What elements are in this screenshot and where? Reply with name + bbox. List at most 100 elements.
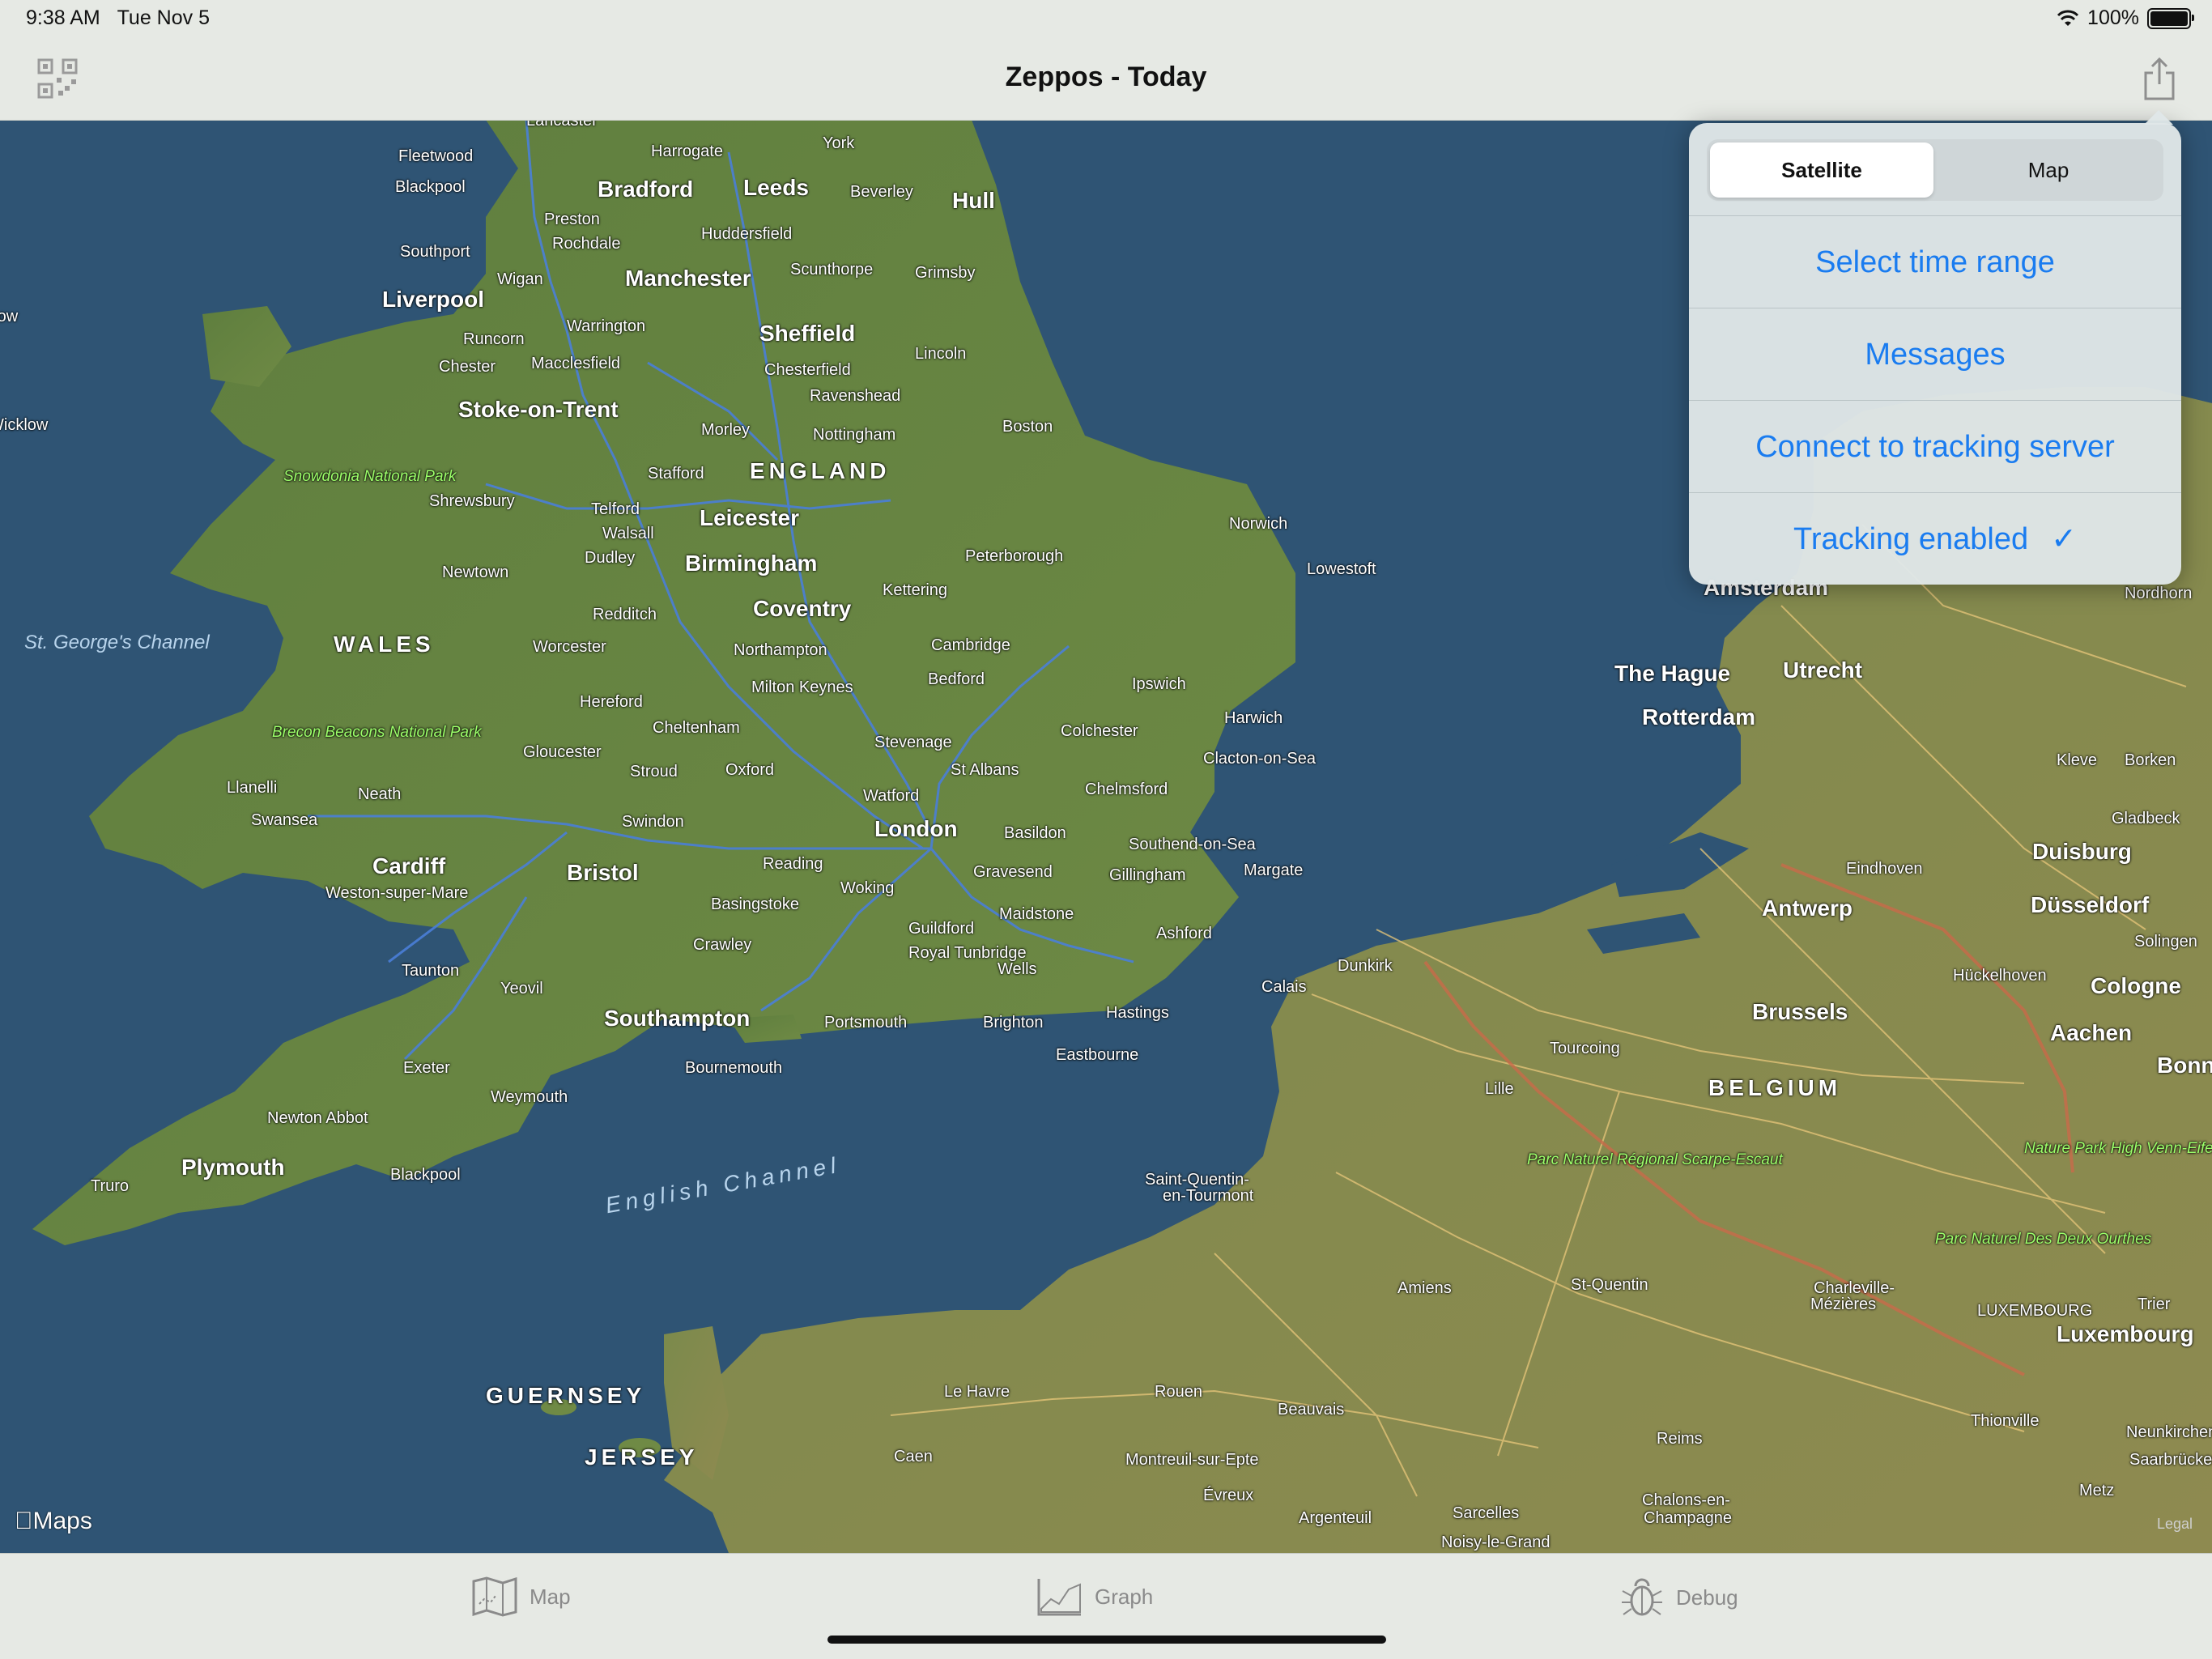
map-label-city: Warrington (567, 317, 646, 335)
segment-map[interactable]: Map (1937, 143, 2160, 198)
map-label-city: Eindhoven (1846, 860, 1923, 878)
map-label-city: Norwich (1229, 515, 1288, 533)
map-label-city: Bonn (2157, 1053, 2212, 1078)
map-label-city: The Hague (1614, 661, 1731, 686)
select-time-range-button[interactable]: Select time range (1689, 215, 2181, 308)
map-label-city: Woking (840, 879, 895, 897)
map-label-city: Watford (863, 787, 920, 805)
map-label-city: Portsmouth (824, 1014, 908, 1032)
map-label-city: Huddersfield (701, 225, 793, 243)
map-label-city: Rochdale (552, 235, 621, 253)
home-indicator[interactable] (827, 1636, 1386, 1644)
page-title: Zeppos - Today (1005, 62, 1207, 92)
map-label-sea: St. George's Channel (24, 632, 210, 653)
map-label-city: Eastbourne (1056, 1046, 1139, 1064)
map-label-city: St Albans (951, 761, 1019, 779)
map-label-city: Stoke-on-Trent (458, 397, 619, 422)
map-label-city: Manchester (625, 266, 751, 291)
map-icon (472, 1576, 517, 1617)
tracking-enabled-label: Tracking enabled (1793, 522, 2029, 556)
map-label-city: Cambridge (931, 636, 1010, 654)
legal-link[interactable]: Legal (2157, 1516, 2193, 1533)
map-label-city: Truro (91, 1177, 130, 1195)
tab-graph[interactable]: Graph (1036, 1576, 1153, 1617)
popover-arrow (2144, 110, 2173, 125)
map-label-city: Argenteuil (1299, 1509, 1372, 1527)
map-label-park: Snowdonia National Park (283, 468, 457, 485)
map-label-city: Maidstone (999, 905, 1074, 923)
map-label-city: Margate (1244, 861, 1304, 879)
wifi-icon (2057, 10, 2079, 26)
map-label-city: Ravenshead (810, 387, 901, 405)
map-label-city: Sheffield (759, 321, 856, 346)
map-label-city: Redditch (593, 606, 657, 623)
share-icon[interactable] (2141, 57, 2178, 102)
tab-debug[interactable]: Debug (1619, 1576, 1738, 1619)
map-label-country: GUERNSEY (486, 1383, 646, 1408)
connect-tracking-server-button[interactable]: Connect to tracking server (1689, 400, 2181, 493)
map-label-country: JERSEY (585, 1444, 699, 1470)
messages-button[interactable]: Messages (1689, 308, 2181, 401)
map-label-city: Ipswich (1132, 675, 1186, 693)
segment-satellite[interactable]: Satellite (1710, 143, 1933, 198)
map-label-city: Sarcelles (1453, 1504, 1520, 1522)
map-label-city: Basildon (1004, 824, 1066, 842)
map-label-city: Rotterdam (1642, 704, 1756, 730)
battery-percent: 100% (2087, 6, 2139, 29)
map-label-city: Fleetwood (398, 147, 474, 165)
map-label-city: Bristol (567, 860, 639, 885)
map-label-city: Blackpool (395, 178, 466, 196)
map-label-city: Northampton (734, 641, 827, 659)
map-label-country: ENGLAND (750, 458, 891, 483)
map-label-city: Weymouth (491, 1088, 568, 1106)
map-label-city: Saarbrücken (2129, 1451, 2212, 1469)
map-label-city: Plymouth (181, 1155, 285, 1180)
map-label-city: Lincoln (915, 345, 967, 363)
tab-map[interactable]: Map (471, 1576, 571, 1617)
map-label-city: Gloucester (523, 743, 602, 761)
map-label-city: Oxford (725, 761, 775, 779)
map-label-city: Ashford (1156, 925, 1212, 942)
map-label-city: Newton Abbot (267, 1109, 368, 1127)
maps-attribution: Maps (15, 1508, 92, 1535)
map-label-city: Gillingham (1109, 866, 1186, 884)
map-label-city: Bedford (928, 670, 985, 688)
map-label-city: Blackpool (390, 1166, 461, 1184)
map-label-city: Chalons-en- (1642, 1491, 1730, 1509)
options-popover: Satellite Map Select time range Messages… (1689, 123, 2181, 585)
map-label-city: York (823, 134, 855, 152)
map-label-city: Cardiff (372, 853, 446, 878)
map-label-city: Taunton (402, 962, 460, 980)
map-label-city: Brighton (983, 1014, 1044, 1032)
map-label-city: Lancaster (526, 120, 598, 130)
map-label-country: WALES (334, 632, 435, 657)
map-label-city: Gravesend (973, 863, 1053, 881)
map-label-city: Shrewsbury (429, 492, 515, 510)
map-label-city: Chester (439, 358, 496, 376)
map-label-city: Boston (1002, 418, 1053, 436)
map-label-city: Yeovil (500, 980, 543, 998)
map-label-city: Clacton-on-Sea (1203, 750, 1316, 768)
maps-attribution-label: Maps (15, 1508, 92, 1534)
graph-icon (1037, 1579, 1081, 1616)
map-label-city: Hückelhoven (1953, 967, 2047, 985)
battery-icon (2147, 7, 2194, 29)
checkmark-icon: ✓ (2051, 522, 2077, 556)
map-label-city: Wicklow (0, 416, 49, 434)
map-label-city: Nottingham (813, 426, 896, 444)
map-label-city: Newtown (442, 564, 509, 581)
map-label-city: Duisburg (2032, 839, 2132, 864)
map-label-city: Guildford (908, 920, 975, 938)
map-label-city: Scunthorpe (790, 261, 874, 279)
map-type-segmented-control: Satellite Map (1707, 139, 2163, 201)
map-label-city: Neunkirchen (2126, 1423, 2212, 1441)
map-label-city: Weston-super-Mare (325, 884, 469, 902)
map-label-city: Brussels (1752, 999, 1848, 1024)
map-label-city: Caen (894, 1448, 933, 1465)
tracking-enabled-toggle[interactable]: Tracking enabled ✓ (1689, 492, 2181, 585)
map-label-city: Cheltenham (653, 719, 740, 737)
map-label-city: Thionville (1971, 1412, 2040, 1430)
map-label-city: Hull (952, 188, 995, 213)
map-label-city: Kettering (883, 581, 948, 599)
map-label-city: Hastings (1106, 1004, 1169, 1022)
